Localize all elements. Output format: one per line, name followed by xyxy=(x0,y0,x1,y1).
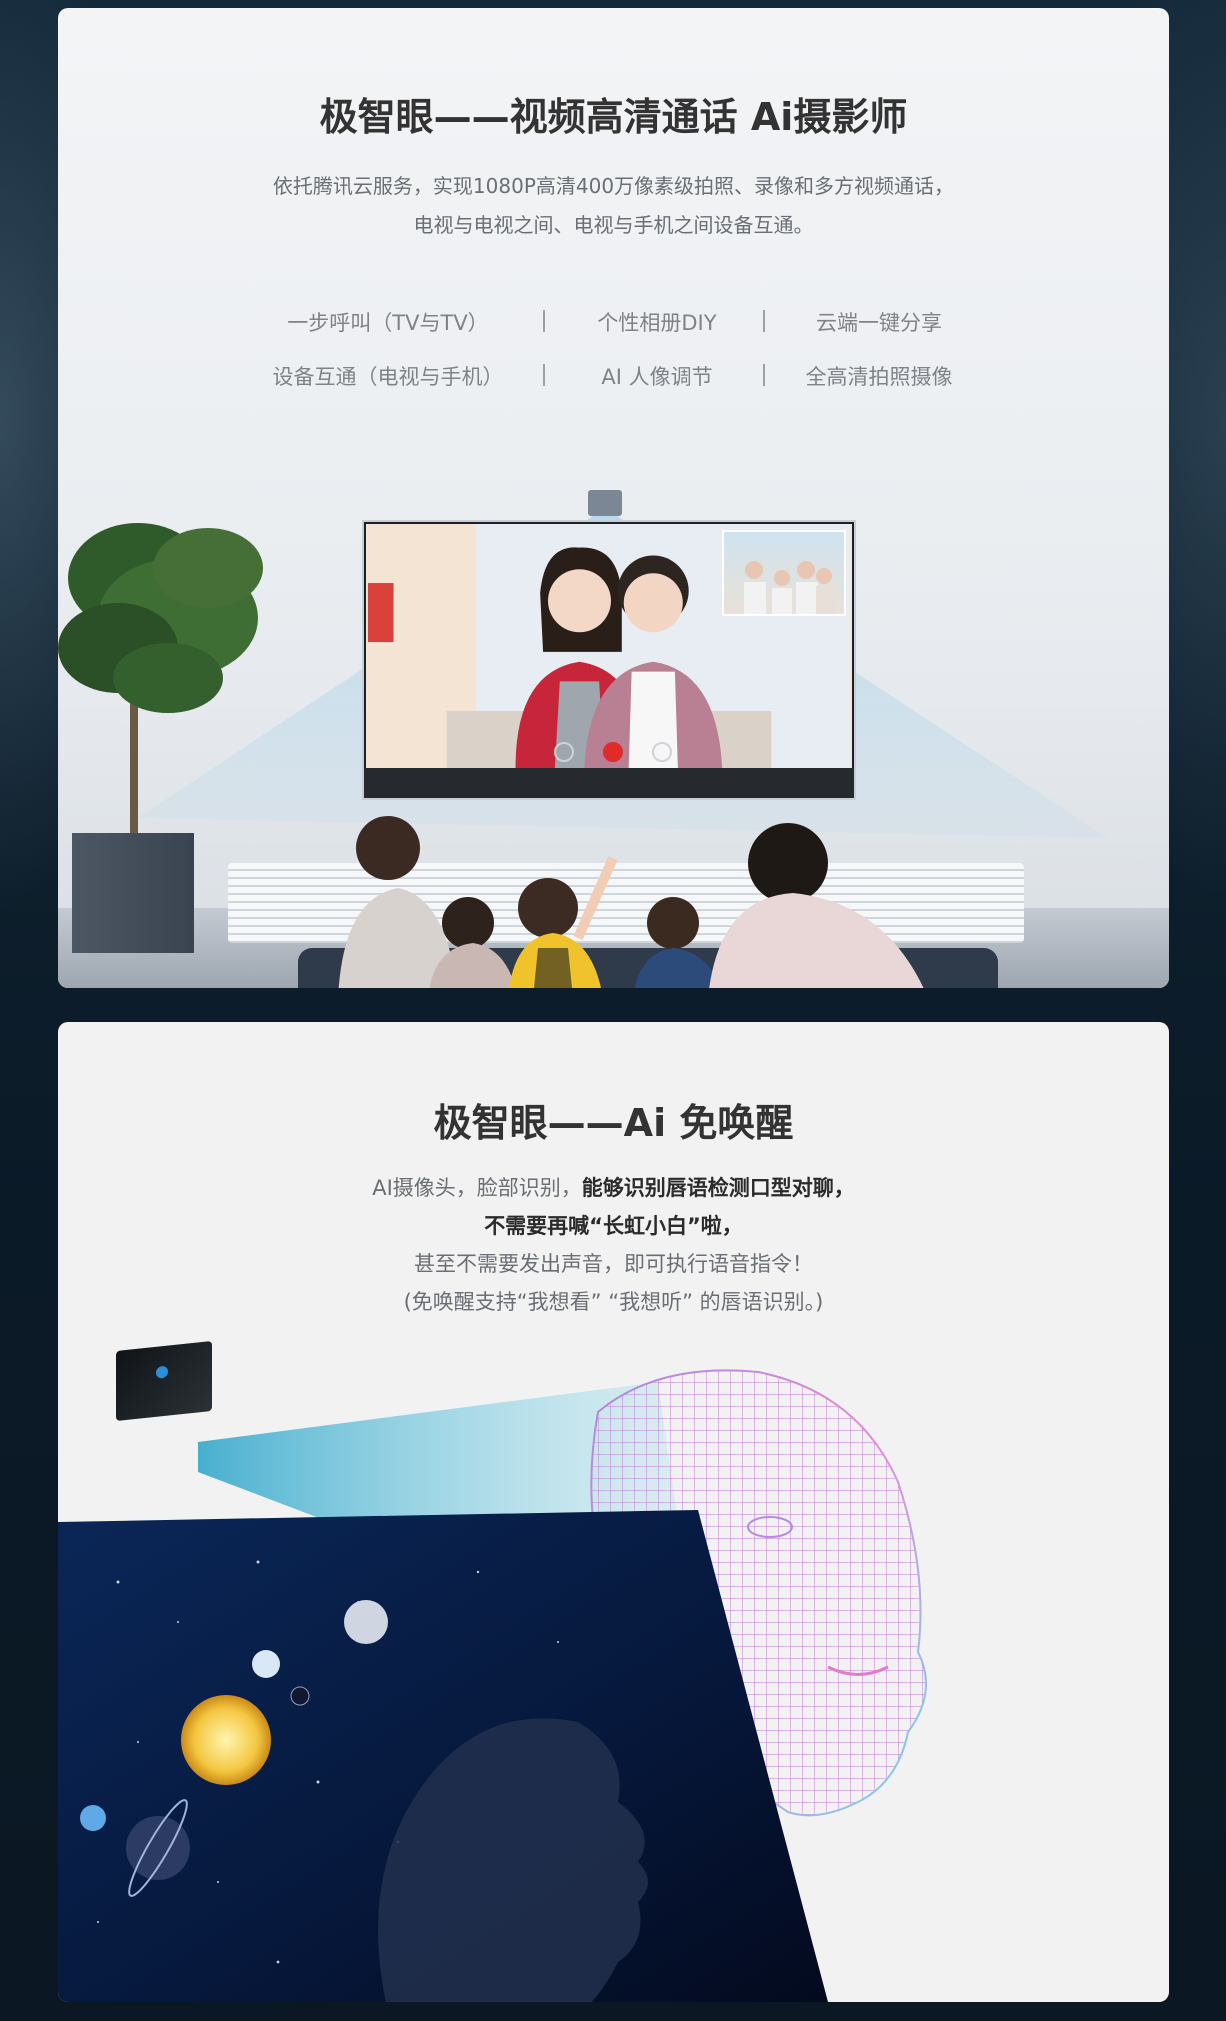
description-normal-text: AI摄像头，脸部识别， xyxy=(372,1176,582,1200)
video-call-screen xyxy=(366,524,852,768)
forward-call-icon[interactable] xyxy=(554,742,574,762)
ai-camera-device xyxy=(116,1340,212,1422)
wake-free-description-line2: 不需要再喊“长虹小白”啦， xyxy=(484,1214,743,1238)
feature-item: 全高清拍照摄像 xyxy=(805,365,953,389)
hang-up-icon[interactable] xyxy=(603,742,623,762)
wake-free-description-line1: AI摄像头，脸部识别，能够识别唇语检测口型对聊， xyxy=(58,1172,1169,1202)
wake-free-description-line4: (免唤醒支持“我想看” “我想听” 的唇语识别。) xyxy=(403,1290,824,1314)
living-room-video-call-illustration xyxy=(58,478,1169,988)
tv-camera xyxy=(588,490,622,516)
video-call-description-line2: 电视与电视之间、电视与手机之间设备互通。 xyxy=(413,213,814,237)
camera-icon[interactable] xyxy=(652,742,672,762)
television xyxy=(362,520,856,800)
feature-item: 云端一键分享 xyxy=(816,311,942,335)
picture-in-picture-thumbnail xyxy=(722,530,846,616)
feature-item: 设备互通（电视与手机） xyxy=(272,365,504,389)
plant-pot xyxy=(72,833,194,953)
camera-lens xyxy=(156,1365,168,1379)
plant-decoration xyxy=(58,523,263,848)
section-title-wake-free: 极智眼——Ai 免唤醒 xyxy=(433,1101,794,1145)
wake-free-section: 极智眼——Ai 免唤醒 AI摄像头，脸部识别，能够识别唇语检测口型对聊， 不需要… xyxy=(58,1022,1169,2002)
section-title-video-call: 极智眼——视频高清通话 Ai摄影师 xyxy=(319,95,908,139)
video-call-section: 极智眼——视频高清通话 Ai摄影师 依托腾讯云服务，实现1080P高清400万像… xyxy=(58,8,1169,988)
tv-bottom-bar xyxy=(364,768,854,798)
video-call-description-line1: 依托腾讯云服务，实现1080P高清400万像素级拍照、录像和多方视频通话， xyxy=(272,174,955,198)
wake-free-description-line3: 甚至不需要发出声音，即可执行语音指令！ xyxy=(414,1252,813,1276)
family-watching-tv xyxy=(338,816,924,988)
feature-item: 个性相册DIY xyxy=(597,311,717,335)
feature-item: AI 人像调节 xyxy=(601,365,713,389)
feature-item: 一步呼叫（TV与TV） xyxy=(287,311,489,335)
lip-reading-illustration xyxy=(58,1322,1169,2002)
description-bold-text: 能够识别唇语检测口型对聊， xyxy=(581,1176,855,1200)
wireframe-face-and-space-head xyxy=(58,1369,927,2002)
